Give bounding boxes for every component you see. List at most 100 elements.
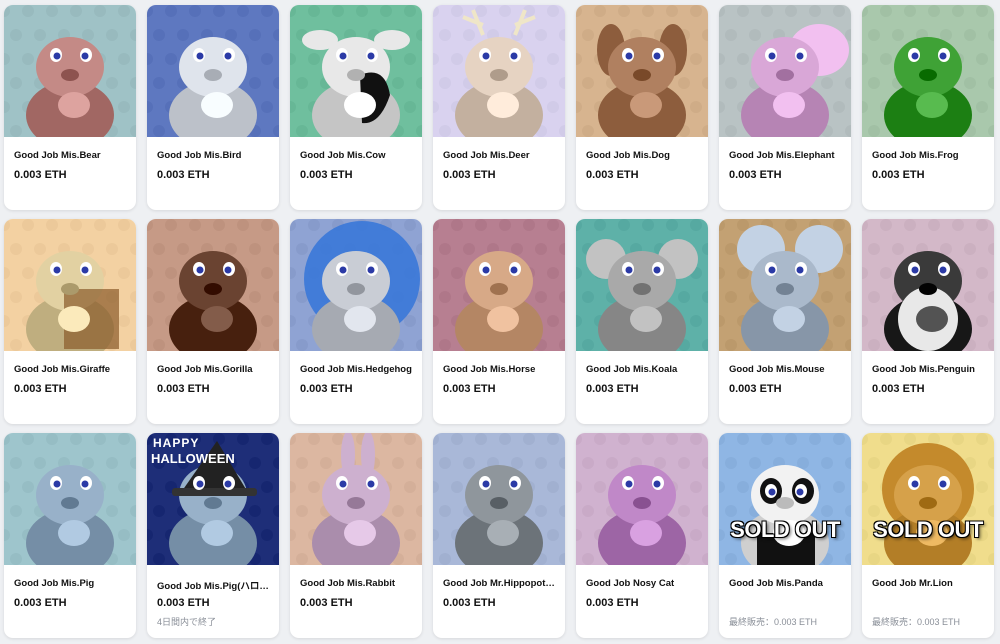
- nft-image[interactable]: [4, 219, 136, 351]
- nft-price: 0.003 ETH: [729, 383, 782, 395]
- nft-artwork: [4, 219, 136, 351]
- nft-artwork: [147, 5, 279, 137]
- nft-price: 0.003 ETH: [586, 383, 639, 395]
- nft-card[interactable]: Good Job Mis.Horse 0.003 ETH: [433, 219, 565, 424]
- nft-image[interactable]: [576, 219, 708, 351]
- nft-price: 0.003 ETH: [300, 597, 353, 609]
- nft-name: Good Job Mis.Rabbit: [300, 578, 395, 589]
- nft-card[interactable]: Good Job Mis.Elephant 0.003 ETH: [719, 5, 851, 210]
- nft-artwork: [719, 219, 851, 351]
- nft-name: Good Job Mis.Deer: [443, 150, 530, 161]
- nft-artwork: [576, 433, 708, 565]
- nft-card[interactable]: Good Job Mis.Mouse 0.003 ETH: [719, 219, 851, 424]
- nft-image[interactable]: [576, 433, 708, 565]
- nft-artwork: [576, 5, 708, 137]
- nft-name: Good Job Nosy Cat: [586, 578, 675, 589]
- nft-image[interactable]: [147, 219, 279, 351]
- nft-price: 0.003 ETH: [157, 383, 210, 395]
- nft-artwork: [433, 219, 565, 351]
- nft-price: 0.003 ETH: [157, 597, 210, 609]
- nft-image[interactable]: [862, 219, 994, 351]
- nft-name: Good Job Mis.Pig: [14, 578, 95, 589]
- nft-artwork: [4, 5, 136, 137]
- nft-image[interactable]: [290, 433, 422, 565]
- nft-artwork: [862, 5, 994, 137]
- nft-card[interactable]: Good Job Mis.Hedgehog 0.003 ETH: [290, 219, 422, 424]
- nft-image[interactable]: [4, 433, 136, 565]
- nft-image[interactable]: [433, 219, 565, 351]
- nft-name: Good Job Mis.Koala: [586, 364, 678, 375]
- svg-text:HALLOWEEN: HALLOWEEN: [151, 451, 235, 466]
- nft-card[interactable]: Good Job Mis.Cow 0.003 ETH: [290, 5, 422, 210]
- nft-artwork: HAPPYHALLOWEEN: [147, 433, 279, 565]
- nft-artwork: [290, 5, 422, 137]
- nft-card[interactable]: SOLD OUT Good Job Mr.Lion 最終販売：0.003 ETH: [862, 433, 994, 638]
- nft-price: 0.003 ETH: [586, 597, 639, 609]
- nft-card[interactable]: Good Job Mr.Hippopot… 0.003 ETH: [433, 433, 565, 638]
- nft-price: 0.003 ETH: [300, 169, 353, 181]
- nft-card[interactable]: HAPPY HALLOWEEN Good Job Mis.Pig(ハロ… 0.003…: [147, 433, 279, 638]
- nft-artwork: [719, 5, 851, 137]
- nft-card[interactable]: Good Job Mis.Penguin 0.003 ETH: [862, 219, 994, 424]
- nft-image[interactable]: SOLD OUT: [719, 433, 851, 565]
- nft-card[interactable]: SOLD OUT Good Job Mis.Panda 最終販売：0.003 ETH: [719, 433, 851, 638]
- last-sale-price: 最終販売：0.003 ETH: [729, 617, 818, 627]
- nft-card[interactable]: Good Job Mis.Bird 0.003 ETH: [147, 5, 279, 210]
- nft-artwork: [862, 433, 994, 565]
- nft-name: Good Job Mr.Hippopot…: [443, 578, 555, 589]
- nft-name: Good Job Mis.Elephant: [729, 150, 835, 161]
- nft-image[interactable]: [290, 219, 422, 351]
- last-sale-price: 最終販売：0.003 ETH: [872, 617, 961, 627]
- nft-name: Good Job Mis.Frog: [872, 150, 959, 161]
- nft-image[interactable]: SOLD OUT: [862, 433, 994, 565]
- auction-time-remaining: 4日間内で終了: [157, 617, 217, 627]
- nft-image[interactable]: [433, 5, 565, 137]
- nft-card[interactable]: Good Job Mis.Frog 0.003 ETH: [862, 5, 994, 210]
- nft-price: 0.003 ETH: [157, 169, 210, 181]
- nft-artwork: [433, 433, 565, 565]
- nft-image[interactable]: [719, 219, 851, 351]
- nft-image[interactable]: [719, 5, 851, 137]
- nft-artwork: [576, 219, 708, 351]
- nft-name: Good Job Mis.Panda: [729, 578, 823, 589]
- nft-price: 0.003 ETH: [14, 597, 67, 609]
- nft-price: 0.003 ETH: [300, 383, 353, 395]
- nft-artwork: [719, 433, 851, 565]
- nft-grid: Good Job Mis.Bear 0.003 ETH Good Job Mis.…: [4, 5, 994, 638]
- nft-artwork: [862, 219, 994, 351]
- nft-name: Good Job Mis.Bear: [14, 150, 101, 161]
- nft-image[interactable]: [433, 433, 565, 565]
- nft-price: 0.003 ETH: [586, 169, 639, 181]
- nft-image[interactable]: [4, 5, 136, 137]
- nft-name: Good Job Mis.Mouse: [729, 364, 825, 375]
- nft-image[interactable]: [862, 5, 994, 137]
- nft-card[interactable]: Good Job Mis.Dog 0.003 ETH: [576, 5, 708, 210]
- nft-card[interactable]: Good Job Mis.Deer 0.003 ETH: [433, 5, 565, 210]
- nft-card[interactable]: Good Job Mis.Rabbit 0.003 ETH: [290, 433, 422, 638]
- nft-artwork: [4, 433, 136, 565]
- nft-price: 0.003 ETH: [872, 383, 925, 395]
- nft-image[interactable]: [147, 5, 279, 137]
- nft-price: 0.003 ETH: [872, 169, 925, 181]
- nft-name: Good Job Mr.Lion: [872, 578, 953, 589]
- nft-name: Good Job Mis.Cow: [300, 150, 386, 161]
- nft-price: 0.003 ETH: [729, 169, 782, 181]
- nft-artwork: [290, 219, 422, 351]
- nft-image[interactable]: HAPPY HALLOWEEN: [147, 433, 279, 565]
- nft-card[interactable]: Good Job Nosy Cat 0.003 ETH: [576, 433, 708, 638]
- nft-card[interactable]: Good Job Mis.Giraffe 0.003 ETH: [4, 219, 136, 424]
- svg-text:HAPPY: HAPPY: [153, 436, 199, 450]
- nft-name: Good Job Mis.Pig(ハロ…: [157, 581, 269, 592]
- nft-name: Good Job Mis.Giraffe: [14, 364, 111, 375]
- nft-image[interactable]: [576, 5, 708, 137]
- nft-name: Good Job Mis.Horse: [443, 364, 536, 375]
- nft-card[interactable]: Good Job Mis.Gorilla 0.003 ETH: [147, 219, 279, 424]
- nft-card[interactable]: Good Job Mis.Bear 0.003 ETH: [4, 5, 136, 210]
- nft-card[interactable]: Good Job Mis.Pig 0.003 ETH: [4, 433, 136, 638]
- nft-image[interactable]: [290, 5, 422, 137]
- nft-price: 0.003 ETH: [14, 169, 67, 181]
- nft-price: 0.003 ETH: [443, 597, 496, 609]
- sold-out-label: SOLD OUT: [730, 517, 840, 542]
- nft-artwork: [433, 5, 565, 137]
- nft-card[interactable]: Good Job Mis.Koala 0.003 ETH: [576, 219, 708, 424]
